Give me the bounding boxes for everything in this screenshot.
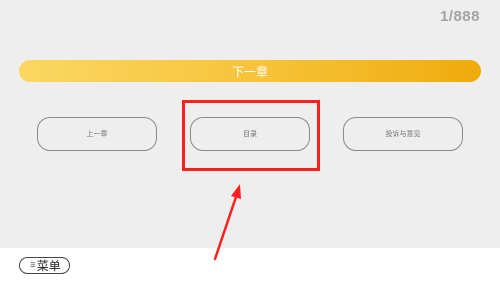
annotation-arrow bbox=[213, 184, 241, 261]
menu-label: 菜单 bbox=[36, 259, 61, 273]
menu-button[interactable]: ☰ 菜单 bbox=[19, 257, 70, 274]
list-icon: ☰ bbox=[30, 262, 36, 269]
